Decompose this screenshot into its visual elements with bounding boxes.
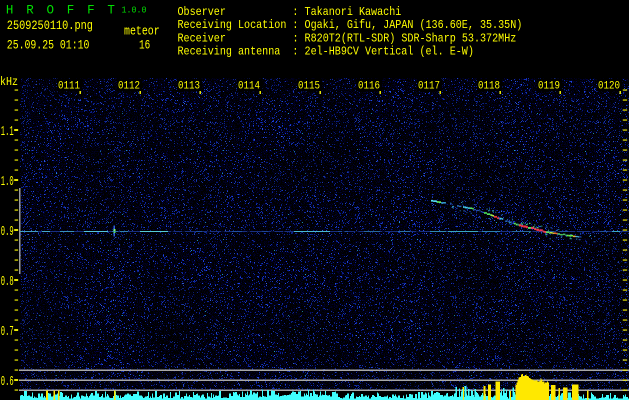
svg-text:Observer : Takanori: Observer : Takanori Kawachi: [178, 5, 402, 19]
svg-text:R: R: [26, 3, 34, 17]
svg-text:0112: 0112: [118, 80, 140, 92]
svg-text:0115: 0115: [298, 80, 320, 92]
svg-text:F: F: [87, 3, 95, 17]
svg-text:O: O: [47, 3, 55, 17]
svg-text:0.8: 0.8: [1, 275, 14, 290]
svg-text:2509250110.png: 2509250110.png: [7, 19, 93, 33]
svg-text:0.6: 0.6: [1, 375, 14, 390]
svg-text:1.0: 1.0: [1, 175, 14, 190]
svg-text:1.1: 1.1: [1, 125, 14, 140]
svg-text:Receiving antenna : 2el-HB9CV: Receiving antenna : 2el-HB9CV Vertical (…: [178, 45, 474, 59]
svg-text:0117: 0117: [418, 80, 440, 92]
svg-text:0.7: 0.7: [1, 325, 14, 340]
svg-text:H: H: [6, 3, 14, 17]
svg-text:kHz: kHz: [0, 75, 18, 89]
svg-text:F: F: [67, 3, 75, 17]
svg-text:0113: 0113: [178, 80, 200, 92]
svg-text:Receiving Location : Ogaki, Gi: Receiving Location : Ogaki, Gifu, JAPAN …: [178, 18, 523, 32]
svg-text:0116: 0116: [358, 80, 380, 92]
svg-text:0111: 0111: [58, 80, 80, 92]
svg-text:0119: 0119: [538, 80, 560, 92]
svg-text:0.9: 0.9: [1, 225, 14, 240]
svg-text:0120: 0120: [598, 80, 620, 92]
svg-text:1.0.0: 1.0.0: [122, 5, 147, 16]
svg-text:16: 16: [139, 39, 150, 53]
svg-text:meteor: meteor: [124, 24, 160, 38]
svg-text:0114: 0114: [238, 80, 260, 92]
svg-text:T: T: [107, 3, 115, 17]
svg-text:Receiver : R820T2(RT: Receiver : R820T2(RTL-SDR) SDR-Sharp 53.…: [178, 31, 517, 45]
svg-text:0118: 0118: [478, 80, 500, 92]
svg-text:25.09.25 01:10: 25.09.25 01:10: [7, 39, 90, 53]
